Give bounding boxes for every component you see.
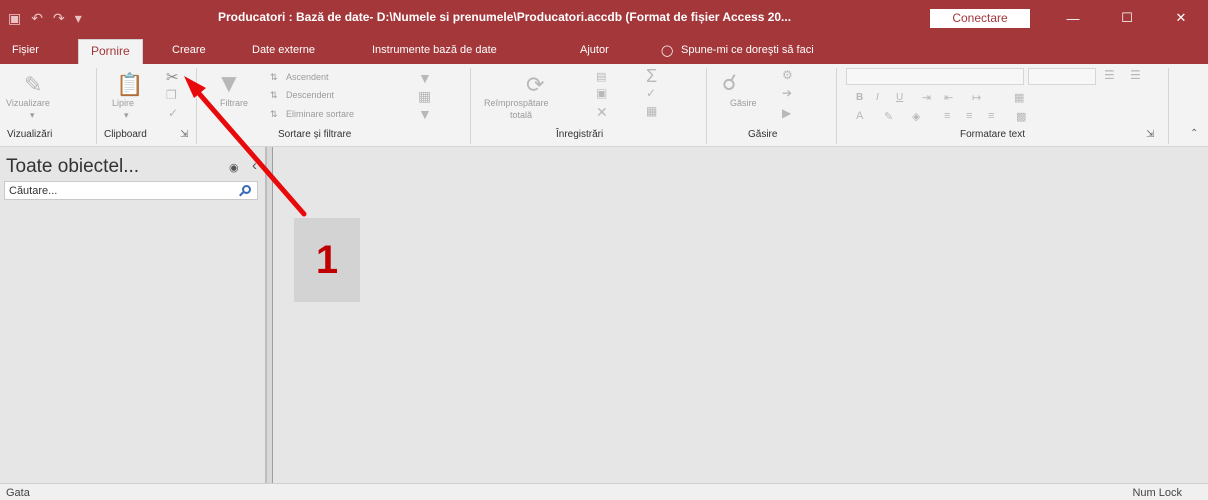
group-text-format-label: Formatare text [960,129,1026,140]
outdent-icon[interactable]: ⇤ [944,91,953,104]
gridlines-icon[interactable]: ▦ [1014,91,1024,104]
cut-icon[interactable]: ✂ [166,68,179,86]
window-title: Producatori : Bază de date- D:\Numele si… [218,10,792,24]
save-record-icon[interactable]: ▣ [596,86,607,100]
format-painter-icon[interactable]: ✓ [168,106,178,120]
refresh-all-label-2: totală [510,110,533,120]
bullets-icon[interactable]: ☰ [1104,68,1115,82]
text-format-launcher-icon[interactable]: ⇲ [1146,129,1154,140]
font-color-icon[interactable]: A [856,110,863,122]
go-to-icon[interactable]: ➔ [782,86,792,100]
group-views-label: Vizualizări [7,129,53,140]
nav-search-input[interactable]: Căutare... [4,181,258,200]
view-button[interactable]: Vizualizare [6,98,50,108]
copy-icon[interactable]: ❐ [166,88,177,102]
paste-dropdown-icon[interactable]: ▾ [124,110,129,121]
underline-icon[interactable]: U [896,92,903,103]
select-icon[interactable]: ▶ [782,106,791,120]
remove-sort-button[interactable]: Eliminare sortare [286,109,354,119]
delete-record-icon[interactable]: ✕ [596,104,608,121]
sort-descending-button[interactable]: Descendent [286,90,334,100]
tab-create[interactable]: Creare [172,44,206,56]
totals-icon[interactable]: Σ [646,66,657,87]
clipboard-launcher-icon[interactable]: ⇲ [180,129,188,140]
view-icon: ✎ [24,72,43,97]
advanced-filter-icon[interactable]: ▦ [418,88,431,105]
workspace [273,147,1208,483]
paste-button[interactable]: Lipire [112,98,134,108]
selection-filter-icon[interactable]: ▼ [418,70,432,86]
paste-icon: 📋 [116,72,144,97]
search-icon[interactable] [242,185,251,194]
navigation-pane: Toate obiectel... ◉ ‹ Căutare... [0,147,266,483]
replace-icon[interactable]: ⚙ [782,68,793,82]
refresh-all-button[interactable]: Reîmprospătare [484,98,549,108]
status-bar: Gata Num Lock [0,483,1208,500]
nav-splitter[interactable] [266,147,273,483]
undo-icon[interactable]: ↶ [31,10,43,27]
redo-icon[interactable]: ↷ [53,10,65,27]
tab-external-data[interactable]: Date externe [252,44,315,56]
tell-me-input[interactable]: Spune-mi ce doreşti să faci [681,44,814,56]
nav-menu-dropdown-icon[interactable]: ◉ [229,161,239,174]
highlight-icon[interactable]: ✎ [884,110,893,123]
nav-collapse-icon[interactable]: ‹ [252,157,257,174]
remove-sort-icon: ⇅ [270,109,278,119]
filter-button[interactable]: Filtrare [220,98,248,108]
font-name-select[interactable] [846,68,1024,85]
signin-button[interactable]: Conectare [930,9,1030,28]
tab-home[interactable]: Pornire [78,39,143,64]
align-right-icon[interactable]: ≡ [988,110,994,122]
quick-access-toolbar: ▣ ↶ ↷ ▾ [8,8,82,28]
find-button[interactable]: Găsire [730,98,757,108]
group-clipboard-label: Clipboard [104,129,147,140]
nav-search-placeholder: Căutare... [9,185,58,197]
tab-database-tools[interactable]: Instrumente bază de date [372,44,497,56]
more-icon[interactable]: ▦ [646,104,657,118]
toggle-filter-icon[interactable]: ▼ [418,106,432,122]
annotation-label: 1 [294,218,360,302]
ribbon-tabs: Fișier Pornire Creare Date externe Instr… [0,36,1208,64]
minimize-icon[interactable]: — [1046,0,1100,36]
maximize-icon[interactable]: ☐ [1100,0,1154,36]
group-find-label: Găsire [748,129,778,140]
bold-icon[interactable]: B [856,92,863,103]
filter-icon: ▼ [216,68,242,98]
italic-icon[interactable]: I [876,92,879,103]
ltr-icon[interactable]: ↦ [972,91,981,104]
numbering-icon[interactable]: ☰ [1130,68,1141,82]
align-left-icon[interactable]: ≡ [944,110,950,122]
save-icon[interactable]: ▣ [8,10,21,27]
ribbon: ✎ Vizualizare ▾ Vizualizări 📋 Lipire ▾ ✂… [0,64,1208,147]
tab-file[interactable]: Fișier [12,44,39,56]
alt-row-color-icon[interactable]: ▩ [1016,110,1026,123]
customize-icon[interactable]: ▾ [75,10,82,27]
view-dropdown-icon[interactable]: ▾ [30,110,35,121]
spelling-icon[interactable]: ✓ [646,86,656,100]
group-sort-filter-label: Sortare și filtrare [278,129,352,140]
collapse-ribbon-icon[interactable]: ⌃ [1190,128,1198,139]
font-size-select[interactable] [1028,68,1096,85]
new-record-icon[interactable]: ▤ [596,70,606,83]
num-lock-indicator: Num Lock [1132,487,1182,499]
align-center-icon[interactable]: ≡ [966,110,972,122]
sort-ascending-icon: ⇅ [270,72,278,82]
refresh-all-icon: ⟳ [526,72,545,97]
nav-pane-title[interactable]: Toate obiectel... [6,156,139,178]
indent-icon[interactable]: ⇥ [922,91,931,104]
title-bar: ▣ ↶ ↷ ▾ Producatori : Bază de date- D:\N… [0,0,1208,36]
lightbulb-icon: ◯ [661,45,674,57]
tab-help[interactable]: Ajutor [580,44,609,56]
sort-ascending-button[interactable]: Ascendent [286,72,329,82]
sort-descending-icon: ⇅ [270,90,278,100]
group-records-label: Înregistrări [556,129,604,140]
close-icon[interactable]: ✕ [1154,0,1208,36]
find-icon: ☌ [722,70,737,95]
status-text: Gata [6,487,30,499]
fill-color-icon[interactable]: ◈ [912,110,920,123]
